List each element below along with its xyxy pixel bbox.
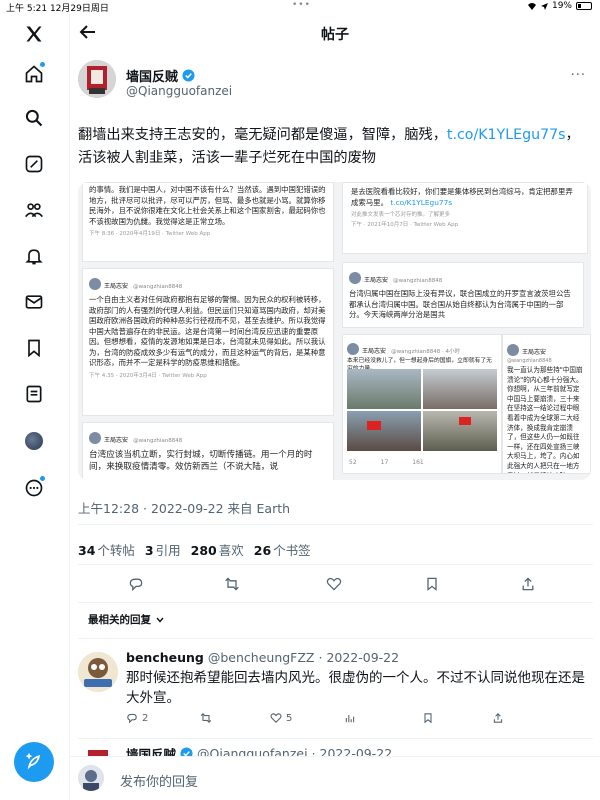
communities-icon[interactable] [22, 198, 46, 222]
x-logo-icon[interactable] [22, 22, 46, 46]
like-heart-icon [270, 713, 282, 723]
status-right: 19% [527, 1, 592, 11]
page-title: 帖子 [321, 27, 349, 43]
like-count[interactable]: 280 喜欢 [191, 540, 244, 559]
home-icon[interactable] [22, 62, 46, 86]
messages-icon[interactable] [22, 290, 46, 314]
wifi-icon [527, 3, 536, 10]
share-icon [493, 713, 503, 723]
status-time: 上午 5:21 12月29日周日 [6, 4, 109, 14]
screenshot-avatar [89, 431, 101, 444]
bookmark-icon[interactable] [422, 574, 442, 594]
reply-author-name[interactable]: bencheung [126, 650, 204, 665]
location-icon [540, 2, 548, 10]
screenshot-avatar [507, 343, 519, 356]
screenshot-post-4: 是去医院看看比较好，你们要是集体移民到台湾综马，肯定把那里弄成索马里。 t.co… [342, 182, 588, 254]
screenshot-counts: 52 17 161 [349, 459, 424, 466]
divider [78, 738, 593, 739]
compose-post-button[interactable] [14, 742, 54, 782]
reply-icon [127, 713, 137, 724]
reply-icon[interactable] [126, 574, 146, 594]
tweet-link[interactable]: t.co/K1YLEgu77s [447, 127, 566, 143]
screenshot-post-7: 王局志安 @wangzhian8848 我一直认为那些持"中国崩溃论"的内心都十… [502, 334, 591, 474]
reply-like-button[interactable]: 5 [270, 712, 292, 724]
flag-photo [347, 411, 421, 451]
more-menu-icon[interactable] [22, 476, 46, 500]
reply-input-placeholder[interactable]: 发布你的回复 [120, 771, 198, 790]
divider [78, 638, 593, 639]
grok-icon[interactable] [22, 152, 46, 176]
verified-badge-icon [182, 69, 195, 82]
reply-views-button[interactable] [344, 712, 356, 724]
bookmarks-icon[interactable] [22, 336, 46, 360]
reply-text: 那时候还抱希望能回去墙内风光。很虚伪的一个人。不过不认同说他现在还是大外宣。 [126, 670, 585, 706]
my-avatar [78, 765, 104, 791]
tweet-text: 翻墙出来支持王志安的，毫无疑问都是傻逼，智障，脑残，t.co/K1YLEgu77… [78, 127, 580, 166]
chevron-down-icon [156, 617, 164, 623]
post-header: 帖子 [70, 14, 600, 50]
share-icon[interactable] [518, 574, 538, 594]
screenshot-post-2: 王局志安 @wangzhian8848 一个自由主义者对任何政府都抱有足够的警惕… [82, 268, 334, 416]
retweet-icon [200, 713, 212, 723]
mountain-photo [423, 369, 497, 409]
notification-dot [40, 62, 45, 67]
profile-avatar[interactable] [25, 432, 43, 450]
screenshot-post-5: 王局志安 @wangzhian8848 台湾归属中国在国际上没有异议，联合国成立… [342, 262, 584, 328]
like-heart-icon[interactable] [324, 574, 344, 594]
battery-percent: 19% [551, 1, 572, 11]
screenshot-post-6: 王局志安 @wangzhian8848 · 4小时 本来已经没救儿了，但一想起身… [342, 334, 502, 474]
screenshot-post-3: 王局志安 @wangzhian8848 台湾应该当机立断，实行封城，切断传播链。… [82, 422, 334, 480]
author-handle[interactable]: @Qiangguofanzei [126, 84, 232, 98]
flag-photo [423, 411, 497, 451]
retweet-icon[interactable] [222, 574, 242, 594]
tweet-media[interactable]: 的事情。我们是中国人，对中国不该有什么？当然该。遇到中国犯错误的地方，批评尽可以… [78, 182, 591, 480]
tweet-actions [70, 574, 600, 596]
reply-bookmark-button[interactable] [422, 712, 434, 724]
bookmark-count[interactable]: 26 个书签 [254, 540, 311, 559]
post-timestamp[interactable]: 上午12:28 · 2022-09-22 来自 Earth [78, 498, 290, 517]
lists-icon[interactable] [22, 382, 46, 406]
bookmark-icon [424, 713, 432, 724]
reply-sort-dropdown[interactable]: 最相关的回复 [88, 612, 165, 627]
reply-retweet-button[interactable] [200, 712, 212, 724]
quote-count[interactable]: 3 引用 [145, 540, 181, 559]
reply-actions: 2 5 [126, 712, 596, 728]
screenshot-post-1: 的事情。我们是中国人，对中国不该有什么？当然该。遇到中国犯错误的地方，批评尽可以… [82, 182, 334, 262]
search-icon[interactable] [22, 106, 46, 130]
reply-reply-button[interactable]: 2 [126, 712, 148, 724]
mountain-photo [347, 369, 421, 409]
reply-composer[interactable]: 发布你的回复 [70, 756, 600, 800]
screenshot-avatar [349, 271, 361, 284]
reply-header: bencheung @bencheungFZZ · 2022-09-22 [126, 650, 399, 665]
screenshot-avatar [347, 342, 359, 355]
notifications-bell-icon[interactable] [22, 244, 46, 268]
retweet-count[interactable]: 34 个转帖 [78, 540, 135, 559]
views-chart-icon [345, 715, 355, 723]
author-name[interactable]: 墙国反贼 [126, 66, 195, 85]
more-options-icon[interactable]: ··· [571, 68, 586, 83]
reply-author-avatar[interactable] [78, 652, 118, 692]
divider [78, 602, 593, 603]
author-avatar[interactable] [78, 60, 116, 98]
battery-icon [576, 2, 592, 10]
status-bar: 上午 5:21 12月29日周日 ••• 19% [0, 0, 600, 14]
divider [78, 564, 593, 565]
notification-dot [40, 476, 45, 481]
sidebar-nav [0, 14, 70, 800]
reply-author-handle[interactable]: @bencheungFZZ [208, 650, 315, 665]
multitask-dots[interactable]: ••• [292, 0, 311, 10]
feather-plus-icon [26, 753, 41, 770]
screenshot-avatar [89, 277, 101, 290]
reply-share-button[interactable] [492, 712, 504, 724]
divider [78, 524, 593, 525]
reply-date: · 2022-09-22 [318, 650, 400, 665]
engagement-stats: 34 个转帖 3 引用 280 喜欢 26 个书签 [78, 540, 311, 559]
